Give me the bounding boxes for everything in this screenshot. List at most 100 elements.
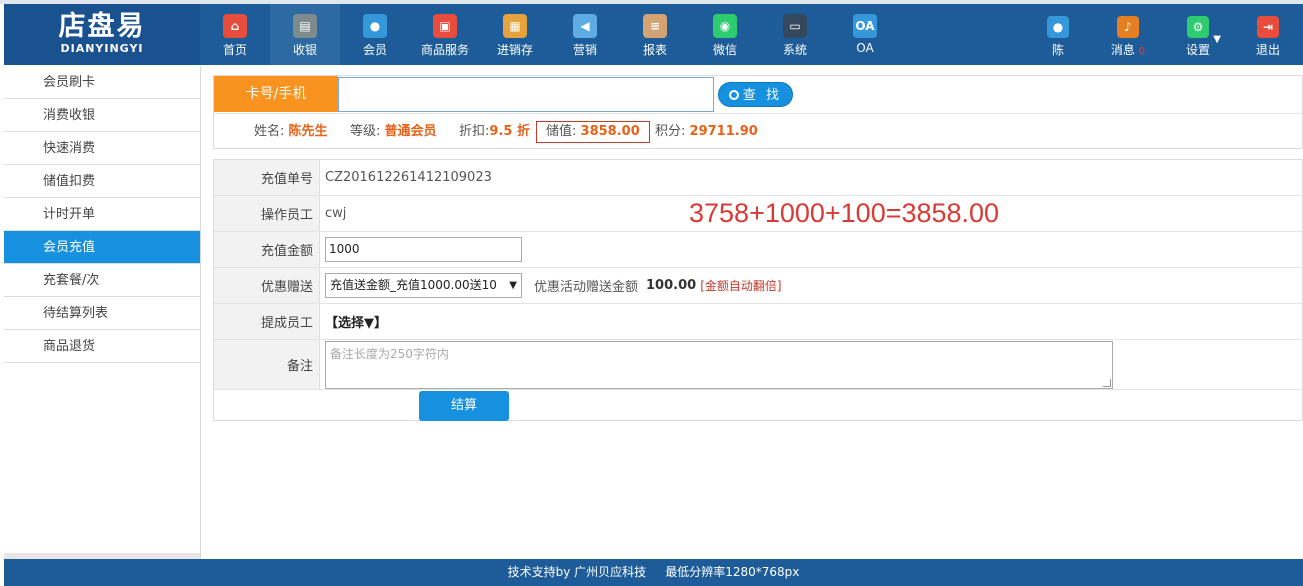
logo-subtext: DIANYINGYI bbox=[60, 42, 144, 55]
inventory-icon: ▦ bbox=[503, 14, 527, 38]
promo-bonus-value: 100.00 bbox=[646, 278, 697, 293]
remark-label: 备注 bbox=[214, 340, 320, 389]
user-nav-item-2[interactable]: ⚙ 设置 ▼ bbox=[1163, 4, 1233, 65]
sidebar-item-6[interactable]: 充套餐/次 bbox=[4, 264, 200, 297]
points-label: 积分: bbox=[655, 124, 686, 139]
sidebar-item-3[interactable]: 储值扣费 bbox=[4, 165, 200, 198]
marketing-icon: ◀ bbox=[573, 14, 597, 38]
sidebar-item-2[interactable]: 快速消费 bbox=[4, 132, 200, 165]
user-nav-item-0[interactable]: ● 陈 bbox=[1023, 4, 1093, 65]
nav-item-label: 进销存 bbox=[496, 43, 533, 57]
promo-selected-value: 充值送金额_充值1000.00送10 bbox=[330, 278, 497, 292]
points-value: 29711.90 bbox=[689, 124, 758, 139]
order-no-value: CZ201612261412109023 bbox=[325, 170, 492, 185]
sidebar-item-8[interactable]: 商品退货 bbox=[4, 330, 200, 363]
remark-placeholder: 备注长度为250字符内 bbox=[330, 347, 449, 361]
level-label: 等级: bbox=[350, 124, 381, 139]
logo[interactable]: 店盘易 DIANYINGYI bbox=[4, 4, 200, 65]
header: 店盘易 DIANYINGYI ⌂ 首页 ▤ 收银 ● 会员 ▣ 商品服务 ▦ 进销存 ◀ 营销 ≡ 报表 ◉… bbox=[4, 4, 1303, 65]
sidebar-item-7[interactable]: 待结算列表 bbox=[4, 297, 200, 330]
name-label: 姓名: bbox=[254, 124, 285, 139]
sidebar-item-1[interactable]: 消费收银 bbox=[4, 99, 200, 132]
card-phone-input[interactable] bbox=[338, 77, 714, 112]
logo-text: 店盘易 bbox=[58, 11, 146, 42]
search-button-label: 查 找 bbox=[742, 88, 783, 103]
resize-grip-icon[interactable] bbox=[1103, 379, 1111, 387]
nav-item-4[interactable]: ▦ 进销存 bbox=[480, 4, 550, 65]
nav-item-9[interactable]: OA OA bbox=[830, 4, 900, 65]
balance-label: 储值: bbox=[546, 124, 577, 139]
nav-item-0[interactable]: ⌂ 首页 bbox=[200, 4, 270, 65]
sidebar-item-5[interactable]: 会员充值 bbox=[4, 231, 200, 264]
oa-icon: OA bbox=[853, 14, 877, 38]
annotation-formula: 3758+1000+100=3858.00 bbox=[689, 198, 1000, 228]
nav-item-label: 微信 bbox=[712, 43, 737, 57]
amount-label: 充值金额 bbox=[214, 232, 320, 267]
nav-item-label: 会员 bbox=[362, 43, 387, 57]
sidebar: 会员刷卡 消费收银 快速消费 储值扣费 计时开单 会员充值 充套餐/次 待结算列表 商品退货 bbox=[4, 66, 201, 559]
commission-label: 提成员工 bbox=[214, 304, 320, 339]
nav-item-label: 首页 bbox=[222, 43, 247, 57]
member-search-panel: 卡号/手机 查 找 姓名: 陈先生 等级: 普通会员 折扣:9.5 折 储值: … bbox=[213, 75, 1303, 149]
user-icon: ● bbox=[1047, 16, 1069, 38]
settle-button[interactable]: 结算 bbox=[419, 391, 509, 421]
operator-label: 操作员工 bbox=[214, 196, 320, 231]
name-value: 陈先生 bbox=[288, 124, 328, 139]
row-amount: 充值金额 1000 bbox=[214, 232, 1302, 268]
nav-item-label: 系统 bbox=[782, 43, 807, 57]
user-nav-label: 消息 bbox=[1110, 43, 1135, 57]
search-icon bbox=[728, 90, 739, 100]
commission-select[interactable]: 【选择▼】 bbox=[325, 312, 387, 331]
main-nav: ⌂ 首页 ▤ 收银 ● 会员 ▣ 商品服务 ▦ 进销存 ◀ 营销 ≡ 报表 ◉ 微信 ▭ 系统 OA OA bbox=[200, 4, 900, 65]
search-button[interactable]: 查 找 bbox=[718, 82, 793, 107]
bell-icon: ♪ bbox=[1117, 16, 1139, 38]
nav-item-label: OA bbox=[856, 41, 874, 55]
nav-item-5[interactable]: ◀ 营销 bbox=[550, 4, 620, 65]
sidebar-item-4[interactable]: 计时开单 bbox=[4, 198, 200, 231]
settings-icon: ⚙ bbox=[1187, 16, 1209, 38]
footer: 技术支持by 广州贝应科技 最低分辨率1280*768px bbox=[4, 559, 1303, 586]
row-order-no: 充值单号 CZ201612261412109023 bbox=[214, 160, 1302, 196]
user-nav-label: 陈 bbox=[1051, 43, 1064, 57]
row-commission: 提成员工 【选择▼】 bbox=[214, 304, 1302, 340]
user-nav-item-1[interactable]: ♪ 消息 0 bbox=[1093, 4, 1163, 65]
member-level: 等级: 普通会员 bbox=[350, 114, 437, 150]
remark-textarea[interactable]: 备注长度为250字符内 bbox=[325, 341, 1113, 389]
nav-item-label: 收银 bbox=[292, 43, 317, 57]
member-discount: 折扣:9.5 折 bbox=[459, 114, 530, 150]
chevron-down-icon: ▼ bbox=[509, 280, 517, 291]
user-nav-label: 退出 bbox=[1255, 43, 1280, 57]
nav-item-label: 商品服务 bbox=[420, 43, 469, 57]
home-icon: ⌂ bbox=[223, 14, 247, 38]
discount-value: 9.5 折 bbox=[489, 124, 530, 139]
member-points: 积分: 29711.90 bbox=[655, 114, 758, 150]
report-icon: ≡ bbox=[643, 14, 667, 38]
caret-down-icon[interactable]: ▼ bbox=[1213, 34, 1221, 45]
member-name: 姓名: 陈先生 bbox=[254, 114, 328, 150]
nav-item-6[interactable]: ≡ 报表 bbox=[620, 4, 690, 65]
logout-icon: ⇥ bbox=[1257, 16, 1279, 38]
nav-item-8[interactable]: ▭ 系统 bbox=[760, 4, 830, 65]
row-promo: 优惠赠送 充值送金额_充值1000.00送10 ▼ 优惠活动赠送金额 100.00… bbox=[214, 268, 1302, 304]
balance-value: 3858.00 bbox=[580, 124, 640, 139]
nav-item-label: 营销 bbox=[572, 43, 597, 57]
member-balance: 储值: 3858.00 bbox=[536, 121, 650, 143]
nav-item-1[interactable]: ▤ 收银 bbox=[270, 4, 340, 65]
wechat-icon: ◉ bbox=[713, 14, 737, 38]
nav-item-3[interactable]: ▣ 商品服务 bbox=[410, 4, 480, 65]
cash-register-icon: ▤ bbox=[293, 14, 317, 38]
nav-item-2[interactable]: ● 会员 bbox=[340, 4, 410, 65]
user-nav-item-3[interactable]: ⇥ 退出 bbox=[1233, 4, 1303, 65]
member-icon: ● bbox=[363, 14, 387, 38]
sidebar-item-0[interactable]: 会员刷卡 bbox=[4, 66, 200, 99]
promo-select[interactable]: 充值送金额_充值1000.00送10 ▼ bbox=[325, 273, 522, 298]
operator-value: cwj bbox=[325, 206, 347, 221]
nav-item-7[interactable]: ◉ 微信 bbox=[690, 4, 760, 65]
amount-input[interactable]: 1000 bbox=[325, 237, 522, 262]
user-nav: ● 陈 ♪ 消息 0 ⚙ 设置 ▼ ⇥ 退出 bbox=[1023, 4, 1303, 65]
search-label: 卡号/手机 bbox=[214, 76, 338, 112]
promo-bonus-label: 优惠活动赠送金额 bbox=[534, 280, 639, 295]
system-icon: ▭ bbox=[783, 14, 807, 38]
goods-icon: ▣ bbox=[433, 14, 457, 38]
member-info: 姓名: 陈先生 等级: 普通会员 折扣:9.5 折 储值: 3858.00 积分… bbox=[214, 113, 1302, 149]
